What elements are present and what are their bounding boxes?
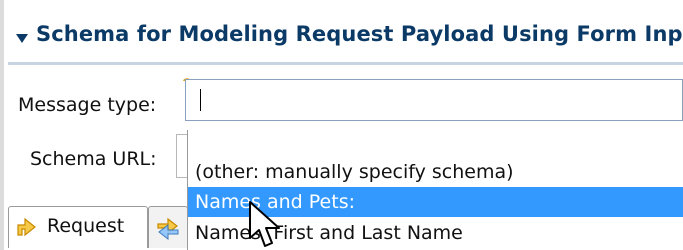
message-type-input[interactable] [185,79,683,121]
dropdown-item-names-and-pets[interactable]: Names and Pets: [188,187,683,217]
chevron-down-icon[interactable] [16,34,28,43]
left-border [0,0,4,250]
message-type-dropdown[interactable]: (other: manually specify schema) Names a… [187,130,683,250]
request-arrow-icon [17,217,36,237]
section-header[interactable]: Schema for Modeling Request Payload Usin… [8,22,683,65]
response-arrow-icon [157,217,179,240]
dropdown-item-other[interactable]: (other: manually specify schema) [188,157,683,187]
text-caret [200,89,201,111]
dropdown-item-names-first-last[interactable]: Names: First and Last Name [188,218,683,248]
tab-response[interactable] [148,206,188,248]
section-divider [8,62,683,65]
tab-request[interactable]: Request [8,206,148,248]
schema-form-panel: Schema for Modeling Request Payload Usin… [0,0,683,250]
schema-url-label: Schema URL: [30,148,157,170]
message-type-label: Message type: [18,94,157,116]
section-title[interactable]: Schema for Modeling Request Payload Usin… [36,22,683,46]
tab-request-label: Request [47,215,125,237]
editor-tab-bar: Request [8,206,188,250]
